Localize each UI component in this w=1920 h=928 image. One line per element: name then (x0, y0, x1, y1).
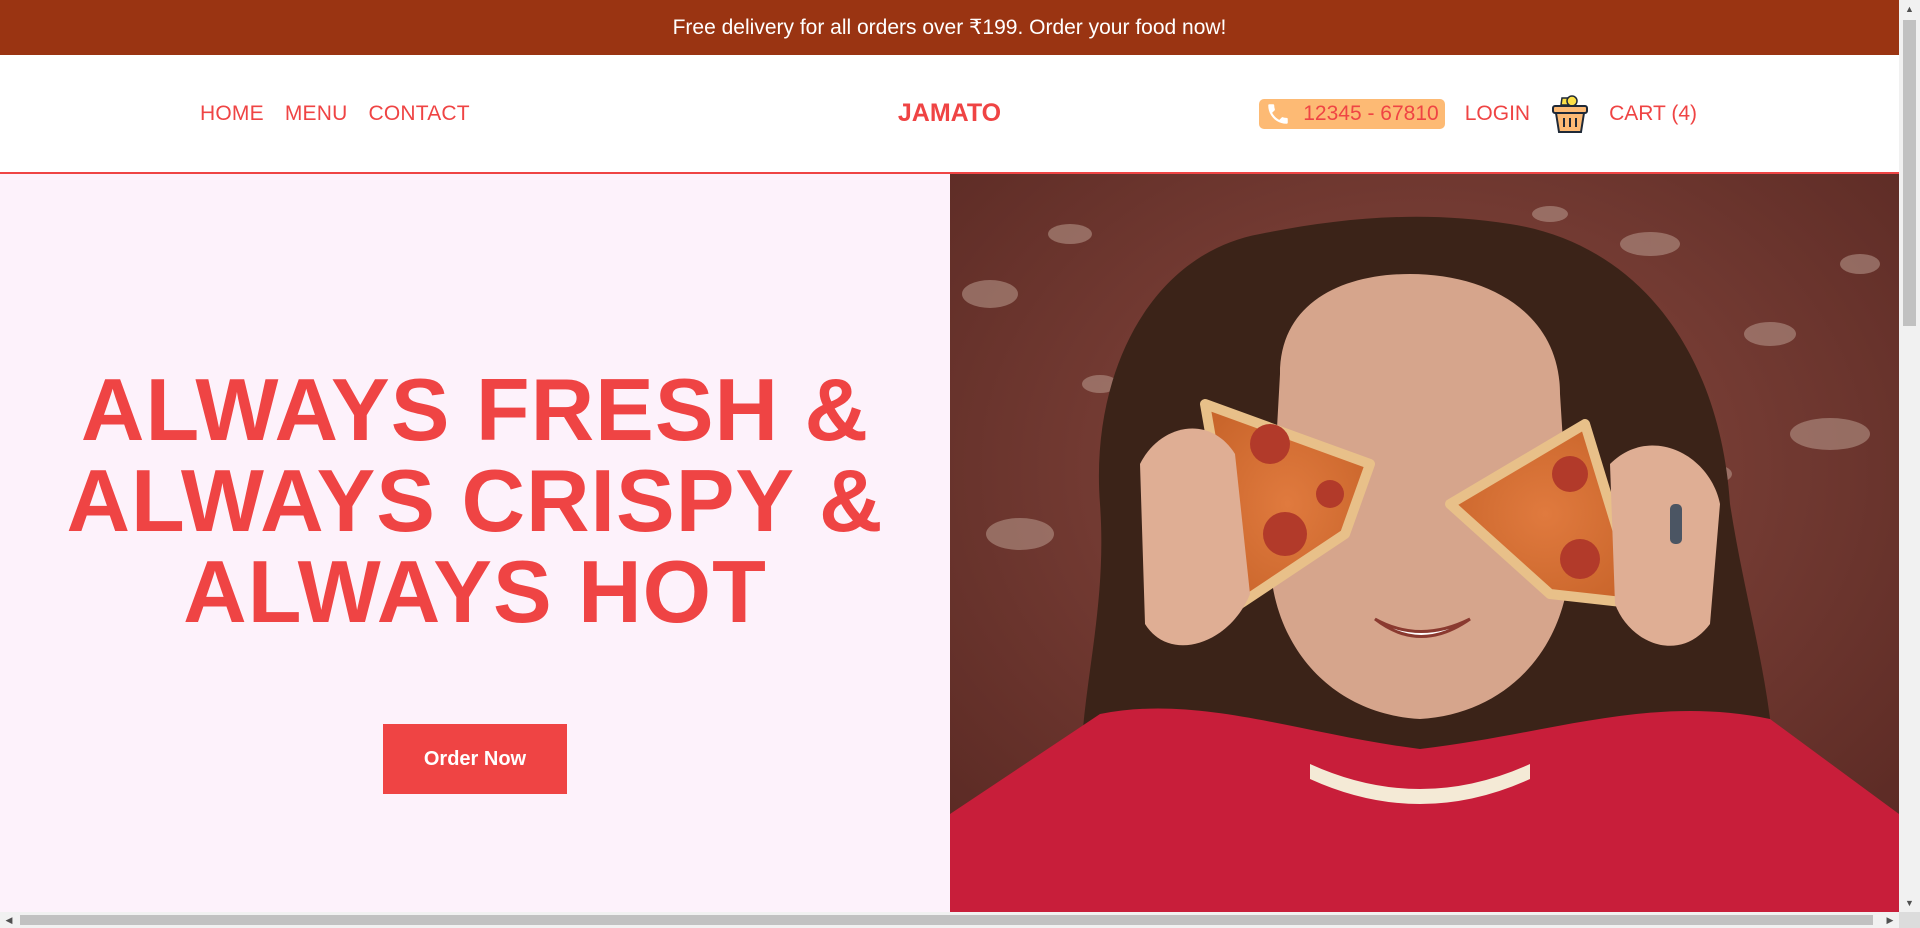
scroll-down-arrow-icon[interactable]: ▼ (1899, 894, 1920, 912)
hero-text-panel: ALWAYS FRESH & ALWAYS CRISPY & ALWAYS HO… (0, 174, 950, 912)
promo-text: Free delivery for all orders over ₹199. … (672, 16, 1227, 39)
basket-icon[interactable] (1550, 92, 1590, 136)
header-actions: 12345 - 67810 LOGIN CART (4) (1259, 55, 1697, 172)
scroll-up-arrow-icon[interactable]: ▲ (1899, 0, 1920, 18)
nav-link-home[interactable]: HOME (200, 102, 264, 126)
hero-headline-line: ALWAYS CRISPY & (66, 451, 884, 550)
site-header: HOME MENU CONTACT JAMATO 12345 - 67810 L… (0, 55, 1899, 174)
nav-link-contact[interactable]: CONTACT (368, 102, 469, 126)
horizontal-scrollbar[interactable]: ◀ ▶ (0, 912, 1899, 928)
hero-headline-line: ALWAYS FRESH & (80, 360, 870, 459)
order-now-button[interactable]: Order Now (383, 724, 567, 794)
hero-image (950, 174, 1899, 912)
phone-icon (1265, 101, 1291, 127)
page: Free delivery for all orders over ₹199. … (0, 0, 1899, 912)
vertical-scrollbar-thumb[interactable] (1903, 20, 1916, 326)
scroll-left-arrow-icon[interactable]: ◀ (0, 912, 18, 928)
cart-link[interactable]: CART (4) (1609, 102, 1697, 126)
horizontal-scrollbar-thumb[interactable] (20, 915, 1873, 925)
hero-headline: ALWAYS FRESH & ALWAYS CRISPY & ALWAYS HO… (0, 364, 950, 637)
main-nav: HOME MENU CONTACT (200, 55, 470, 172)
scrollbar-corner (1899, 912, 1920, 928)
phone-number-text: 12345 - 67810 (1303, 101, 1439, 125)
login-link[interactable]: LOGIN (1465, 102, 1530, 126)
scroll-right-arrow-icon[interactable]: ▶ (1881, 912, 1899, 928)
phone-number-button[interactable]: 12345 - 67810 (1259, 98, 1445, 129)
brand-logo[interactable]: JAMATO (898, 99, 1001, 128)
nav-link-menu[interactable]: MENU (285, 102, 348, 126)
vertical-scrollbar[interactable]: ▲ ▼ (1899, 0, 1920, 912)
hero-headline-line: ALWAYS HOT (183, 542, 767, 641)
promo-banner: Free delivery for all orders over ₹199. … (0, 0, 1899, 55)
